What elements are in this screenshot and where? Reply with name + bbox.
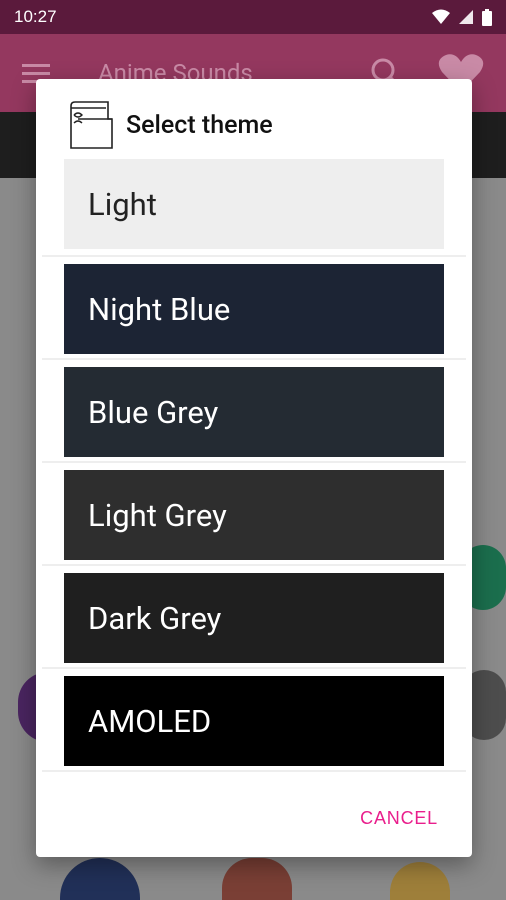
theme-options-list: Light Night Blue Blue Grey Light Grey Da… [42, 159, 466, 772]
theme-option-amoled[interactable]: AMOLED [64, 676, 444, 766]
theme-option-light-grey[interactable]: Light Grey [64, 470, 444, 560]
status-time: 10:27 [14, 7, 57, 26]
status-bar: 10:27 [0, 0, 506, 34]
cell-signal-icon [459, 10, 473, 24]
theme-option-light[interactable]: Light [64, 159, 444, 249]
list-item: AMOLED [42, 669, 466, 772]
background-character-image [222, 858, 292, 900]
theme-scroll-icon [70, 101, 113, 149]
list-item: Dark Grey [42, 566, 466, 669]
cancel-button[interactable]: CANCEL [360, 808, 438, 828]
dialog-header: Select theme [68, 101, 273, 149]
status-icons [432, 8, 492, 26]
theme-option-dark-grey[interactable]: Dark Grey [64, 573, 444, 663]
battery-icon [482, 8, 492, 26]
screen: 10:27 Anime Sounds Select theme Light Ni… [0, 0, 506, 900]
list-item: Light [42, 159, 466, 257]
wifi-icon [432, 9, 450, 24]
dialog-actions: CANCEL [360, 808, 438, 829]
theme-option-blue-grey[interactable]: Blue Grey [64, 367, 444, 457]
list-item: Light Grey [42, 463, 466, 566]
dialog-title: Select theme [126, 110, 273, 140]
list-item: Night Blue [42, 257, 466, 360]
list-item: Blue Grey [42, 360, 466, 463]
theme-option-night-blue[interactable]: Night Blue [64, 264, 444, 354]
select-theme-dialog: Select theme Light Night Blue Blue Grey … [36, 79, 472, 857]
